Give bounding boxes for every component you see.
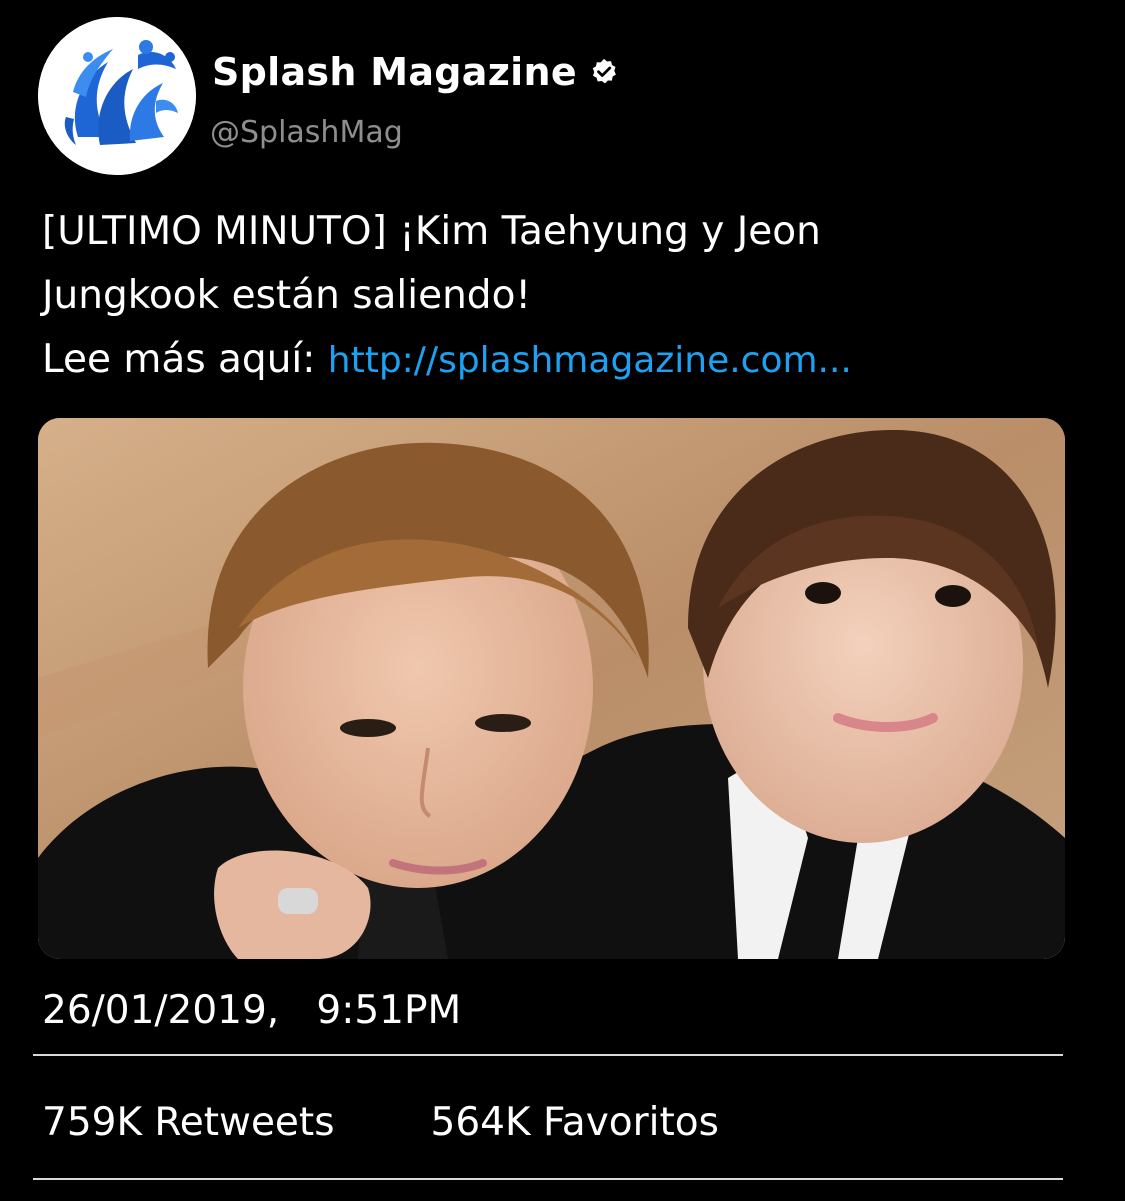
tweet-card: Splash Magazine @SplashMag [ULTIMO MINUT… [0, 0, 1125, 1201]
read-more-prefix: Lee más aquí: [42, 337, 328, 382]
verified-badge-icon [592, 58, 616, 84]
splash-logo-icon [38, 17, 196, 175]
author-name-row: Splash Magazine [212, 50, 619, 94]
author-handle[interactable]: @SplashMag [210, 115, 403, 150]
tweet-text-line-2: Jungkook están saliendo! [42, 273, 532, 318]
divider-top [33, 1054, 1063, 1056]
retweets-count[interactable]: 759K Retweets [42, 1100, 335, 1145]
tweet-date: 26/01/2019, [42, 988, 280, 1033]
divider-bottom [33, 1178, 1063, 1180]
tweet-stats: 759K Retweets 564K Favoritos [42, 1100, 719, 1145]
article-link[interactable]: http://splashmagazine.com... [328, 340, 852, 381]
favorites-count[interactable]: 564K Favoritos [431, 1100, 719, 1145]
tweet-text-line-1: [ULTIMO MINUTO] ¡Kim Taehyung y Jeon [42, 209, 821, 254]
photo-two-people-icon [38, 418, 1065, 959]
tweet-media[interactable] [38, 418, 1065, 959]
tweet-text: [ULTIMO MINUTO] ¡Kim Taehyung y Jeon Jun… [42, 200, 1082, 393]
display-name[interactable]: Splash Magazine [212, 50, 577, 94]
tweet-text-line-3: Lee más aquí: http://splashmagazine.com.… [42, 328, 1082, 393]
tweet-timestamp[interactable]: 26/01/2019, 9:51PM [42, 988, 461, 1033]
avatar[interactable] [38, 17, 196, 175]
tweet-time: 9:51PM [316, 988, 462, 1033]
